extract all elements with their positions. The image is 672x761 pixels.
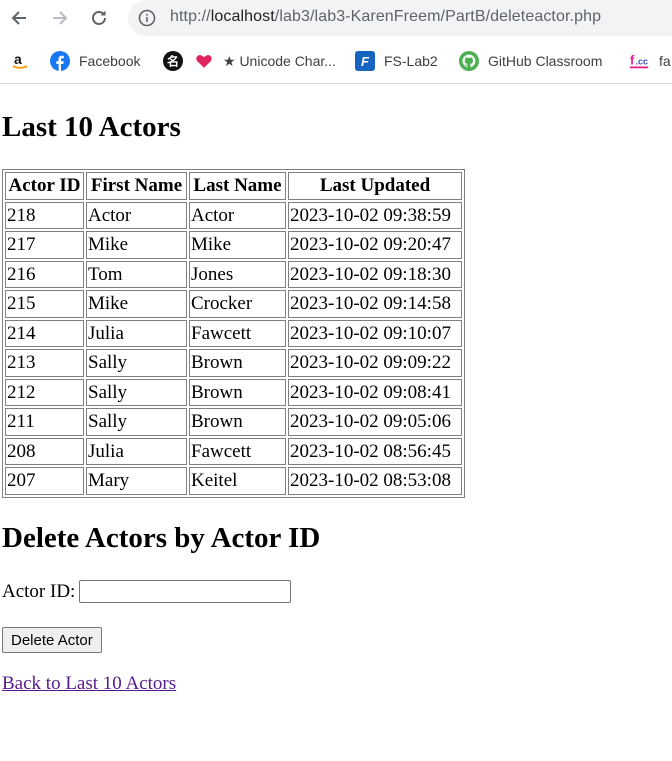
- actor-id-label: Actor ID:: [2, 580, 76, 602]
- last-updated-cell: 2023-10-02 09:09:22: [288, 349, 462, 377]
- first-name-cell: Sally: [86, 378, 187, 406]
- table-row: 215 Mike Crocker 2023-10-02 09:14:58: [5, 290, 462, 318]
- svg-text:.cc: .cc: [635, 57, 648, 67]
- column-header-actor-id: Actor ID: [5, 172, 84, 200]
- back-icon[interactable]: [4, 4, 34, 32]
- actor-id-cell: 217: [5, 231, 84, 259]
- svg-text:f: f: [630, 53, 635, 68]
- last-updated-cell: 2023-10-02 09:14:58: [288, 290, 462, 318]
- last-updated-cell: 2023-10-02 09:05:06: [288, 408, 462, 436]
- first-name-cell: Mary: [86, 467, 187, 495]
- last-updated-cell: 2023-10-02 08:56:45: [288, 437, 462, 465]
- bookmarks-bar: a Facebook 名 ★ Unicode Char... F FS-Lab2…: [0, 37, 672, 84]
- last-name-cell: Jones: [189, 260, 286, 288]
- forward-icon[interactable]: [45, 4, 75, 32]
- bookmark-label: ★ Unicode Char...: [223, 52, 336, 69]
- table-header-row: Actor ID First Name Last Name Last Updat…: [5, 172, 462, 200]
- last-updated-cell: 2023-10-02 08:53:08: [288, 467, 462, 495]
- table-row: 218 Actor Actor 2023-10-02 09:38:59: [5, 201, 462, 229]
- last-name-cell: Keitel: [189, 467, 286, 495]
- bookmark-fs-lab2[interactable]: F FS-Lab2: [355, 50, 438, 72]
- bookmark-label: GitHub Classroom: [488, 53, 603, 69]
- heart-icon: [194, 51, 214, 71]
- table-row: 214 Julia Fawcett 2023-10-02 09:10:07: [5, 319, 462, 347]
- reload-icon[interactable]: [84, 4, 114, 32]
- back-to-last-10-actors-link[interactable]: Back to Last 10 Actors: [2, 673, 176, 695]
- fs-icon: F: [355, 51, 375, 71]
- actor-id-cell: 214: [5, 319, 84, 347]
- bookmark-github-classroom[interactable]: GitHub Classroom: [459, 50, 602, 72]
- first-name-cell: Actor: [86, 201, 187, 229]
- site-info-icon[interactable]: [138, 9, 156, 32]
- last-name-cell: Actor: [189, 201, 286, 229]
- actor-id-cell: 218: [5, 201, 84, 229]
- table-row: 213 Sally Brown 2023-10-02 09:09:22: [5, 349, 462, 377]
- github-icon: [459, 51, 479, 71]
- facebook-icon: [50, 51, 70, 71]
- first-name-cell: Julia: [86, 319, 187, 347]
- svg-text:a: a: [14, 51, 22, 67]
- table-row: 216 Tom Jones 2023-10-02 09:18:30: [5, 260, 462, 288]
- last-updated-cell: 2023-10-02 09:10:07: [288, 319, 462, 347]
- actor-id-cell: 208: [5, 437, 84, 465]
- last-name-cell: Fawcett: [189, 437, 286, 465]
- amazon-icon: a: [10, 51, 30, 71]
- last-updated-cell: 2023-10-02 09:20:47: [288, 231, 462, 259]
- last-name-cell: Brown: [189, 378, 286, 406]
- delete-actor-button[interactable]: Delete Actor: [2, 627, 102, 653]
- table-row: 211 Sally Brown 2023-10-02 09:05:06: [5, 408, 462, 436]
- column-header-last-updated: Last Updated: [288, 172, 462, 200]
- actor-id-row: Actor ID:: [2, 580, 292, 603]
- last-updated-cell: 2023-10-02 09:38:59: [288, 201, 462, 229]
- first-name-cell: Julia: [86, 437, 187, 465]
- bookmark-amazon[interactable]: a: [10, 50, 39, 72]
- last-name-cell: Fawcett: [189, 319, 286, 347]
- table-row: 217 Mike Mike 2023-10-02 09:20:47: [5, 231, 462, 259]
- actor-id-input[interactable]: [79, 580, 292, 603]
- actor-id-cell: 215: [5, 290, 84, 318]
- last-updated-cell: 2023-10-02 09:08:41: [288, 378, 462, 406]
- address-bar[interactable]: http://localhost/lab3/lab3-KarenFreem/Pa…: [128, 0, 672, 36]
- bookmark-nametag[interactable]: 名: [163, 50, 192, 72]
- first-name-cell: Sally: [86, 408, 187, 436]
- first-name-cell: Sally: [86, 349, 187, 377]
- page-title: Last 10 Actors: [2, 111, 181, 143]
- svg-text:名: 名: [167, 54, 179, 69]
- actors-table: Actor ID First Name Last Name Last Updat…: [2, 169, 465, 498]
- last-name-cell: Crocker: [189, 290, 286, 318]
- bookmark-label: Facebook: [79, 53, 141, 69]
- first-name-cell: Mike: [86, 231, 187, 259]
- actor-id-cell: 212: [5, 378, 84, 406]
- last-updated-cell: 2023-10-02 09:18:30: [288, 260, 462, 288]
- bookmark-label: fa: [659, 53, 671, 69]
- actor-id-cell: 216: [5, 260, 84, 288]
- browser-toolbar: http://localhost/lab3/lab3-KarenFreem/Pa…: [0, 0, 672, 37]
- column-header-first-name: First Name: [86, 172, 187, 200]
- bookmark-label: FS-Lab2: [384, 53, 438, 69]
- nametag-icon: 名: [163, 51, 183, 71]
- table-body: 218 Actor Actor 2023-10-02 09:38:59 217 Mike M…: [5, 201, 462, 495]
- svg-text:F: F: [361, 54, 370, 69]
- table-row: 208 Julia Fawcett 2023-10-02 08:56:45: [5, 437, 462, 465]
- actor-id-cell: 213: [5, 349, 84, 377]
- actor-id-cell: 211: [5, 408, 84, 436]
- column-header-last-name: Last Name: [189, 172, 286, 200]
- delete-section-heading: Delete Actors by Actor ID: [2, 522, 321, 554]
- url-text: http://localhost/lab3/lab3-KarenFreem/Pa…: [170, 8, 602, 25]
- first-name-cell: Tom: [86, 260, 187, 288]
- last-name-cell: Mike: [189, 231, 286, 259]
- last-name-cell: Brown: [189, 408, 286, 436]
- bookmark-unicode[interactable]: ★ Unicode Char...: [194, 50, 336, 72]
- actor-id-cell: 207: [5, 467, 84, 495]
- first-name-cell: Mike: [86, 290, 187, 318]
- bookmark-facebook[interactable]: Facebook: [50, 50, 140, 72]
- fcc-icon: f .cc: [630, 51, 650, 71]
- last-name-cell: Brown: [189, 349, 286, 377]
- table-row: 212 Sally Brown 2023-10-02 09:08:41: [5, 378, 462, 406]
- table-row: 207 Mary Keitel 2023-10-02 08:53:08: [5, 467, 462, 495]
- bookmark-fcc[interactable]: f .cc fa: [630, 50, 671, 72]
